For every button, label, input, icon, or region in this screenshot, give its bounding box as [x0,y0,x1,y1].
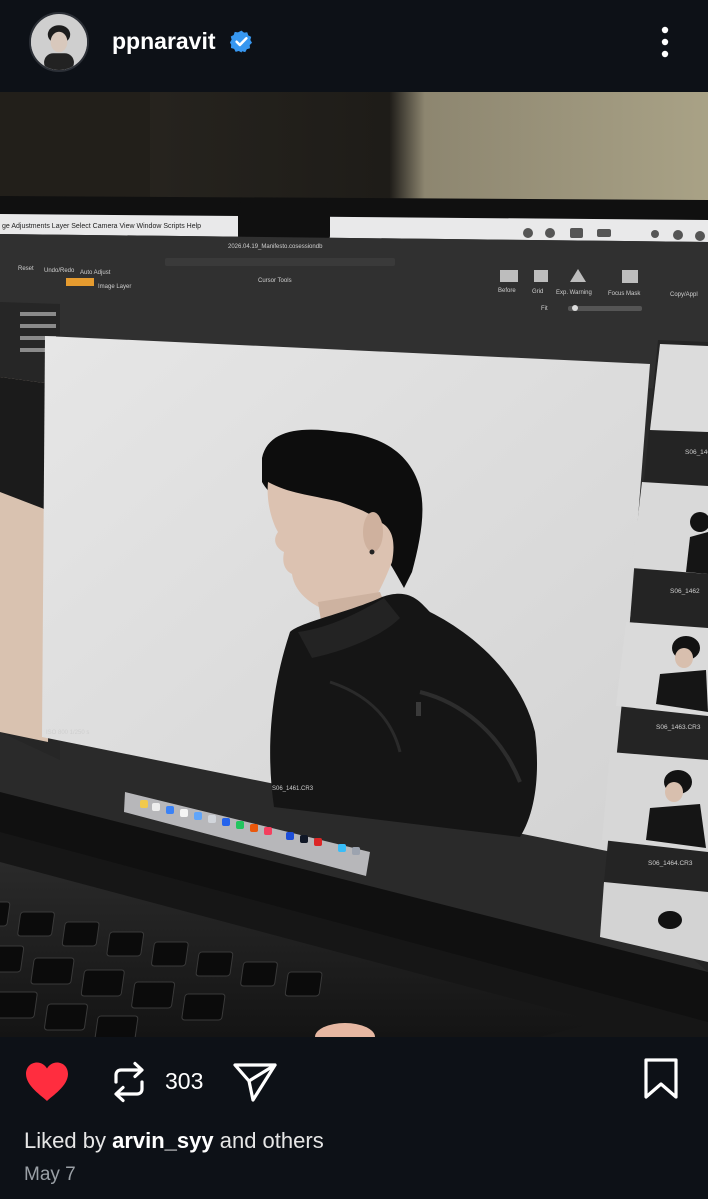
post-photo[interactable]: ge Adjustments Layer Select Camera View … [0,92,708,1037]
svg-text:Fit: Fit [541,306,548,312]
liked-by-prefix: Liked by [24,1128,106,1153]
menu-item: ge Adjustments Layer Select Camera View … [2,223,201,230]
post-page: ppnaravit ge Adjustments Layer Select Ca… [0,0,708,1199]
username[interactable]: ppnaravit [112,28,216,55]
svg-text:Reset: Reset [18,266,34,272]
liked-by-suffix[interactable]: and others [220,1128,324,1153]
svg-text:S06_1463.CR3: S06_1463.CR3 [656,724,701,731]
liked-by-text: Liked by arvin_syy and others [24,1128,324,1154]
post-header: ppnaravit [0,0,708,92]
svg-text:S06_1462: S06_1462 [670,588,700,595]
repost-icon[interactable] [108,1060,150,1104]
repost-count: 303 [165,1068,204,1094]
more-vertical-icon[interactable] [650,22,680,62]
avatar[interactable] [29,12,89,72]
post-date: May 7 [24,1164,76,1185]
svg-text:Grid: Grid [532,289,543,295]
svg-text:Auto Adjust: Auto Adjust [80,270,111,276]
liked-by-user[interactable]: arvin_syy [112,1128,214,1153]
svg-text:ISO 800 1/250 s: ISO 800 1/250 s [46,730,89,736]
svg-text:Copy/Appl: Copy/Appl [670,292,698,298]
svg-text:S06_1461: S06_1461 [685,449,708,456]
svg-text:Exp. Warning: Exp. Warning [556,290,592,296]
svg-text:Undo/Redo: Undo/Redo [44,268,75,274]
svg-text:S06_1461.CR3: S06_1461.CR3 [272,786,314,792]
svg-text:Focus Mask: Focus Mask [608,291,641,297]
verified-badge-icon [229,30,253,53]
svg-text:Before: Before [498,288,516,294]
svg-text:S06_1464.CR3: S06_1464.CR3 [648,860,693,867]
heart-filled-icon[interactable] [24,1061,70,1103]
svg-text:2026.04.19_Manifesto.cosession: 2026.04.19_Manifesto.cosessiondb [228,244,323,250]
send-icon[interactable] [232,1061,278,1103]
svg-text:Image Layer: Image Layer [98,284,131,290]
svg-text:Cursor Tools: Cursor Tools [258,278,292,284]
bookmark-icon[interactable] [642,1058,680,1100]
